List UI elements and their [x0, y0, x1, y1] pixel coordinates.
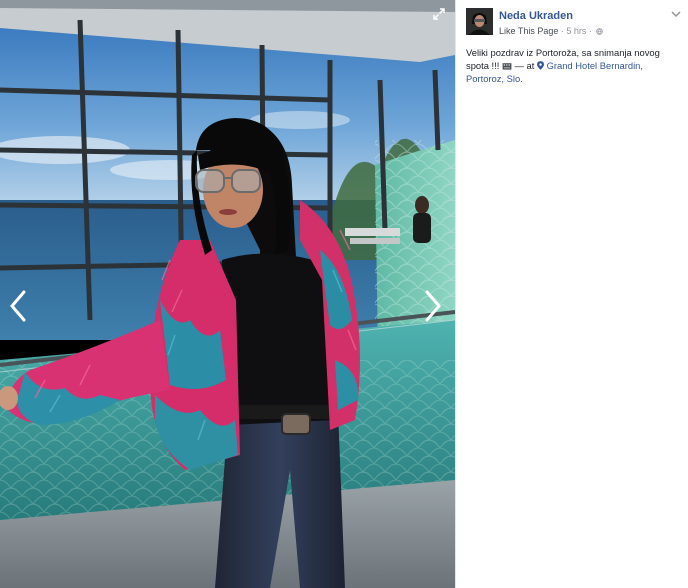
meta-separator: · — [560, 26, 564, 36]
avatar-image — [466, 8, 493, 35]
chevron-left-icon[interactable] — [6, 288, 30, 324]
location-link-line1[interactable]: Grand Hotel Bernardin, — [547, 60, 643, 71]
post-header: Neda Ukraden Like This Page · 5 hrs · — [466, 8, 681, 38]
photo — [0, 0, 455, 588]
photo-viewer[interactable] — [0, 0, 455, 588]
location-pin-icon — [536, 61, 544, 70]
chevron-down-icon[interactable] — [671, 10, 681, 18]
post-meta: Like This Page · 5 hrs · — [499, 26, 604, 36]
post-info-panel: Neda Ukraden Like This Page · 5 hrs · Ve… — [455, 0, 688, 588]
film-icon — [502, 63, 512, 70]
post-time[interactable]: 5 hrs — [566, 26, 586, 36]
meta-separator-2: · — [588, 26, 592, 36]
like-page-link[interactable]: Like This Page — [499, 26, 558, 36]
post-text: Veliki pozdrav iz Portoroža, sa snimanja… — [466, 46, 681, 85]
expand-icon[interactable] — [431, 6, 447, 22]
page-name-link[interactable]: Neda Ukraden — [499, 10, 573, 22]
globe-icon[interactable] — [596, 28, 604, 35]
post-dash: — at — [511, 60, 537, 71]
avatar[interactable] — [466, 8, 493, 35]
location-link-line2[interactable]: Portoroz, Slo. — [466, 73, 523, 84]
chevron-right-icon[interactable] — [421, 288, 445, 324]
